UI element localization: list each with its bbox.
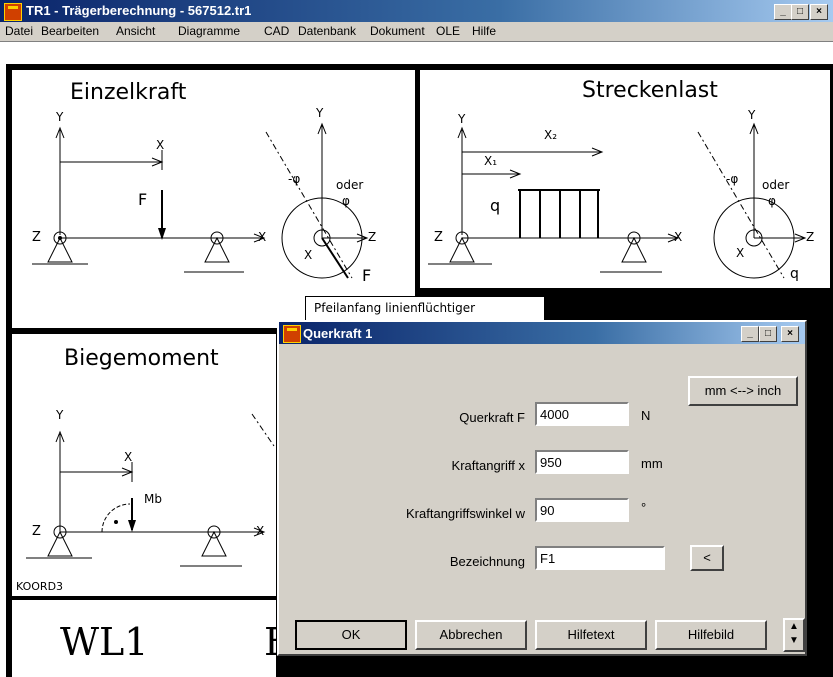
y-axis-label-2: Y (316, 106, 324, 120)
menu-hilfe[interactable]: Hilfe (472, 24, 496, 38)
menu-datei[interactable]: Datei (5, 24, 33, 38)
querkraft-label: Querkraft F (459, 410, 525, 425)
menu-cad[interactable]: CAD (264, 24, 289, 38)
menu-dokument[interactable]: Dokument (370, 24, 425, 38)
menu-bearbeiten[interactable]: Bearbeiten (41, 24, 99, 38)
menu-bar: Datei Bearbeiten Ansicht Diagramme CAD D… (0, 22, 833, 42)
menu-diagramme[interactable]: Diagramme (178, 24, 240, 38)
phi-label: -φ (726, 172, 739, 186)
phi-label-2: φ (342, 194, 350, 208)
panel-einzelkraft[interactable]: Einzelkraft Y X F Z X Y -φ oder φ X Z F (12, 70, 415, 328)
hilfetext-button[interactable]: Hilfetext (535, 620, 647, 650)
unit-toggle-button[interactable]: mm <--> inch (688, 376, 798, 406)
minimize-button[interactable]: _ (774, 4, 792, 20)
dialog-close-button[interactable]: × (781, 326, 799, 342)
panel-biegemoment[interactable]: Biegemoment Y X Mb Z X KOORD3 (12, 334, 276, 596)
einzelkraft-title: Einzelkraft (70, 80, 187, 105)
z-axis-label: Z (434, 230, 443, 245)
bezeichnung-input[interactable] (535, 546, 665, 570)
pick-label-button[interactable]: < (690, 545, 724, 571)
x-label-rot: X (736, 246, 745, 260)
x-axis-label: X (674, 230, 683, 244)
kraftangriff-input[interactable] (535, 450, 629, 474)
z-label-rot: Z (806, 230, 815, 244)
close-button[interactable]: × (810, 4, 828, 20)
tooltip: Pfeilanfang linienflüchtiger (305, 296, 545, 322)
y-axis-label-2: Y (748, 108, 756, 122)
abbrechen-button[interactable]: Abbrechen (415, 620, 527, 650)
winkel-label: Kraftangriffswinkel w (406, 506, 525, 521)
phi-label-2: φ (768, 194, 776, 208)
y-axis-label: Y (458, 112, 466, 126)
ok-button[interactable]: OK (295, 620, 407, 650)
x-axis-label: X (156, 138, 165, 152)
biegemoment-diagram (26, 413, 275, 567)
menu-ansicht[interactable]: Ansicht (116, 24, 155, 38)
app-icon[interactable] (4, 3, 22, 21)
main-title-bar: TR1 - Trägerberechnung - 567512.tr1 _ □ … (0, 0, 833, 22)
kraftangriff-label: Kraftangriff x (451, 458, 525, 473)
x2-label: X₂ (544, 128, 558, 142)
querkraft-input[interactable] (535, 402, 629, 426)
biegemoment-title: Biegemoment (64, 346, 219, 371)
z-label-rot: Z (368, 230, 377, 244)
kraftangriff-unit: mm (641, 456, 663, 471)
winkel-input[interactable] (535, 498, 629, 522)
menu-ole[interactable]: OLE (436, 24, 460, 38)
force-label: F (138, 190, 148, 209)
streckenlast-title: Streckenlast (582, 78, 718, 103)
dialog-title: Querkraft 1 (303, 326, 373, 341)
koord-label: KOORD3 (16, 580, 64, 593)
oder-label: oder (762, 178, 790, 192)
phi-label: -φ (288, 172, 301, 186)
y-axis-label: Y (56, 110, 64, 124)
mb-label: Mb (144, 492, 162, 506)
dialog-minimize-button[interactable]: _ (741, 326, 759, 342)
querkraft-unit: N (641, 408, 651, 423)
y-axis-label: Y (56, 408, 64, 422)
dialog-icon (283, 325, 301, 343)
x1-label: X₁ (484, 154, 498, 168)
x-label-rot: X (304, 248, 313, 262)
winkel-unit: ° (641, 500, 647, 515)
x-axis-label: X (124, 450, 133, 464)
maximize-button[interactable]: □ (791, 4, 809, 20)
force-label-rot: F (362, 266, 372, 285)
window-title: TR1 - Trägerberechnung - 567512.tr1 (26, 3, 252, 18)
panel-streckenlast[interactable]: Streckenlast Y X₂ X₁ q Z X Y -φ oder φ X… (420, 70, 830, 288)
wl1-label: WL1 (60, 620, 149, 664)
z-axis-label: Z (32, 524, 41, 539)
spin-button[interactable]: ▲ ▼ (783, 618, 805, 652)
z-axis-label: Z (32, 230, 41, 245)
panel-bottom[interactable]: WL1 E (12, 600, 292, 677)
x-axis-label-2: X (256, 524, 265, 538)
x-axis-label-2: X (258, 230, 267, 244)
bezeichnung-label: Bezeichnung (449, 554, 525, 569)
q-label: q (490, 196, 501, 215)
q-label-rot: q (790, 266, 799, 282)
dialog-maximize-button[interactable]: □ (759, 326, 777, 342)
dialog-title-bar: Querkraft 1 _ □ × (279, 322, 805, 344)
oder-label: oder (336, 178, 364, 192)
menu-datenbank[interactable]: Datenbank (298, 24, 356, 38)
einzelkraft-diagram (32, 122, 369, 279)
hilfebild-button[interactable]: Hilfebild (655, 620, 767, 650)
querkraft-dialog: Querkraft 1 _ □ × mm <--> inch Querkraft… (277, 320, 807, 656)
